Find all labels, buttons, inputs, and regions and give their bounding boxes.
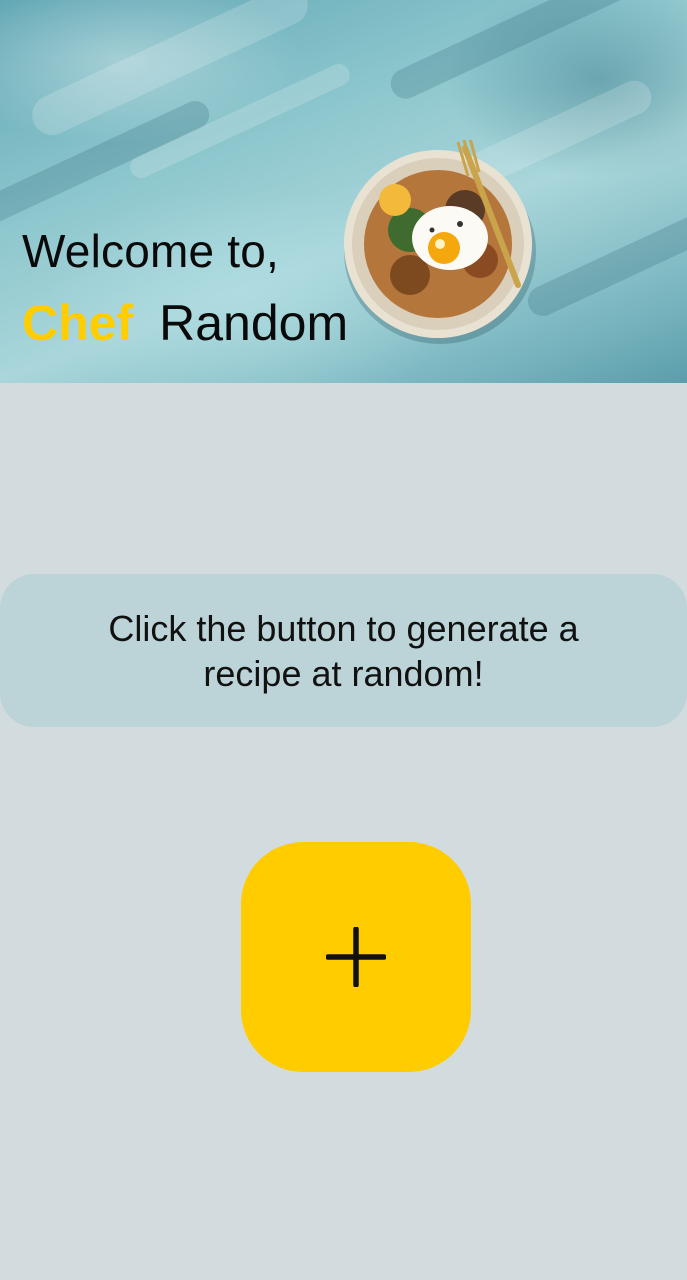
food-plate-image xyxy=(344,140,536,344)
app-title-highlight: Chef xyxy=(22,295,134,351)
header-banner: Welcome to, Chef Random xyxy=(0,0,687,383)
app-title: Chef Random xyxy=(22,294,348,352)
plus-icon xyxy=(326,927,386,987)
generate-recipe-button[interactable] xyxy=(241,842,471,1072)
welcome-text: Welcome to, xyxy=(22,225,279,277)
instruction-card: Click the button to generate a recipe at… xyxy=(0,574,687,727)
instruction-text: Click the button to generate a recipe at… xyxy=(108,607,579,694)
app-title-rest: Random xyxy=(159,295,349,351)
